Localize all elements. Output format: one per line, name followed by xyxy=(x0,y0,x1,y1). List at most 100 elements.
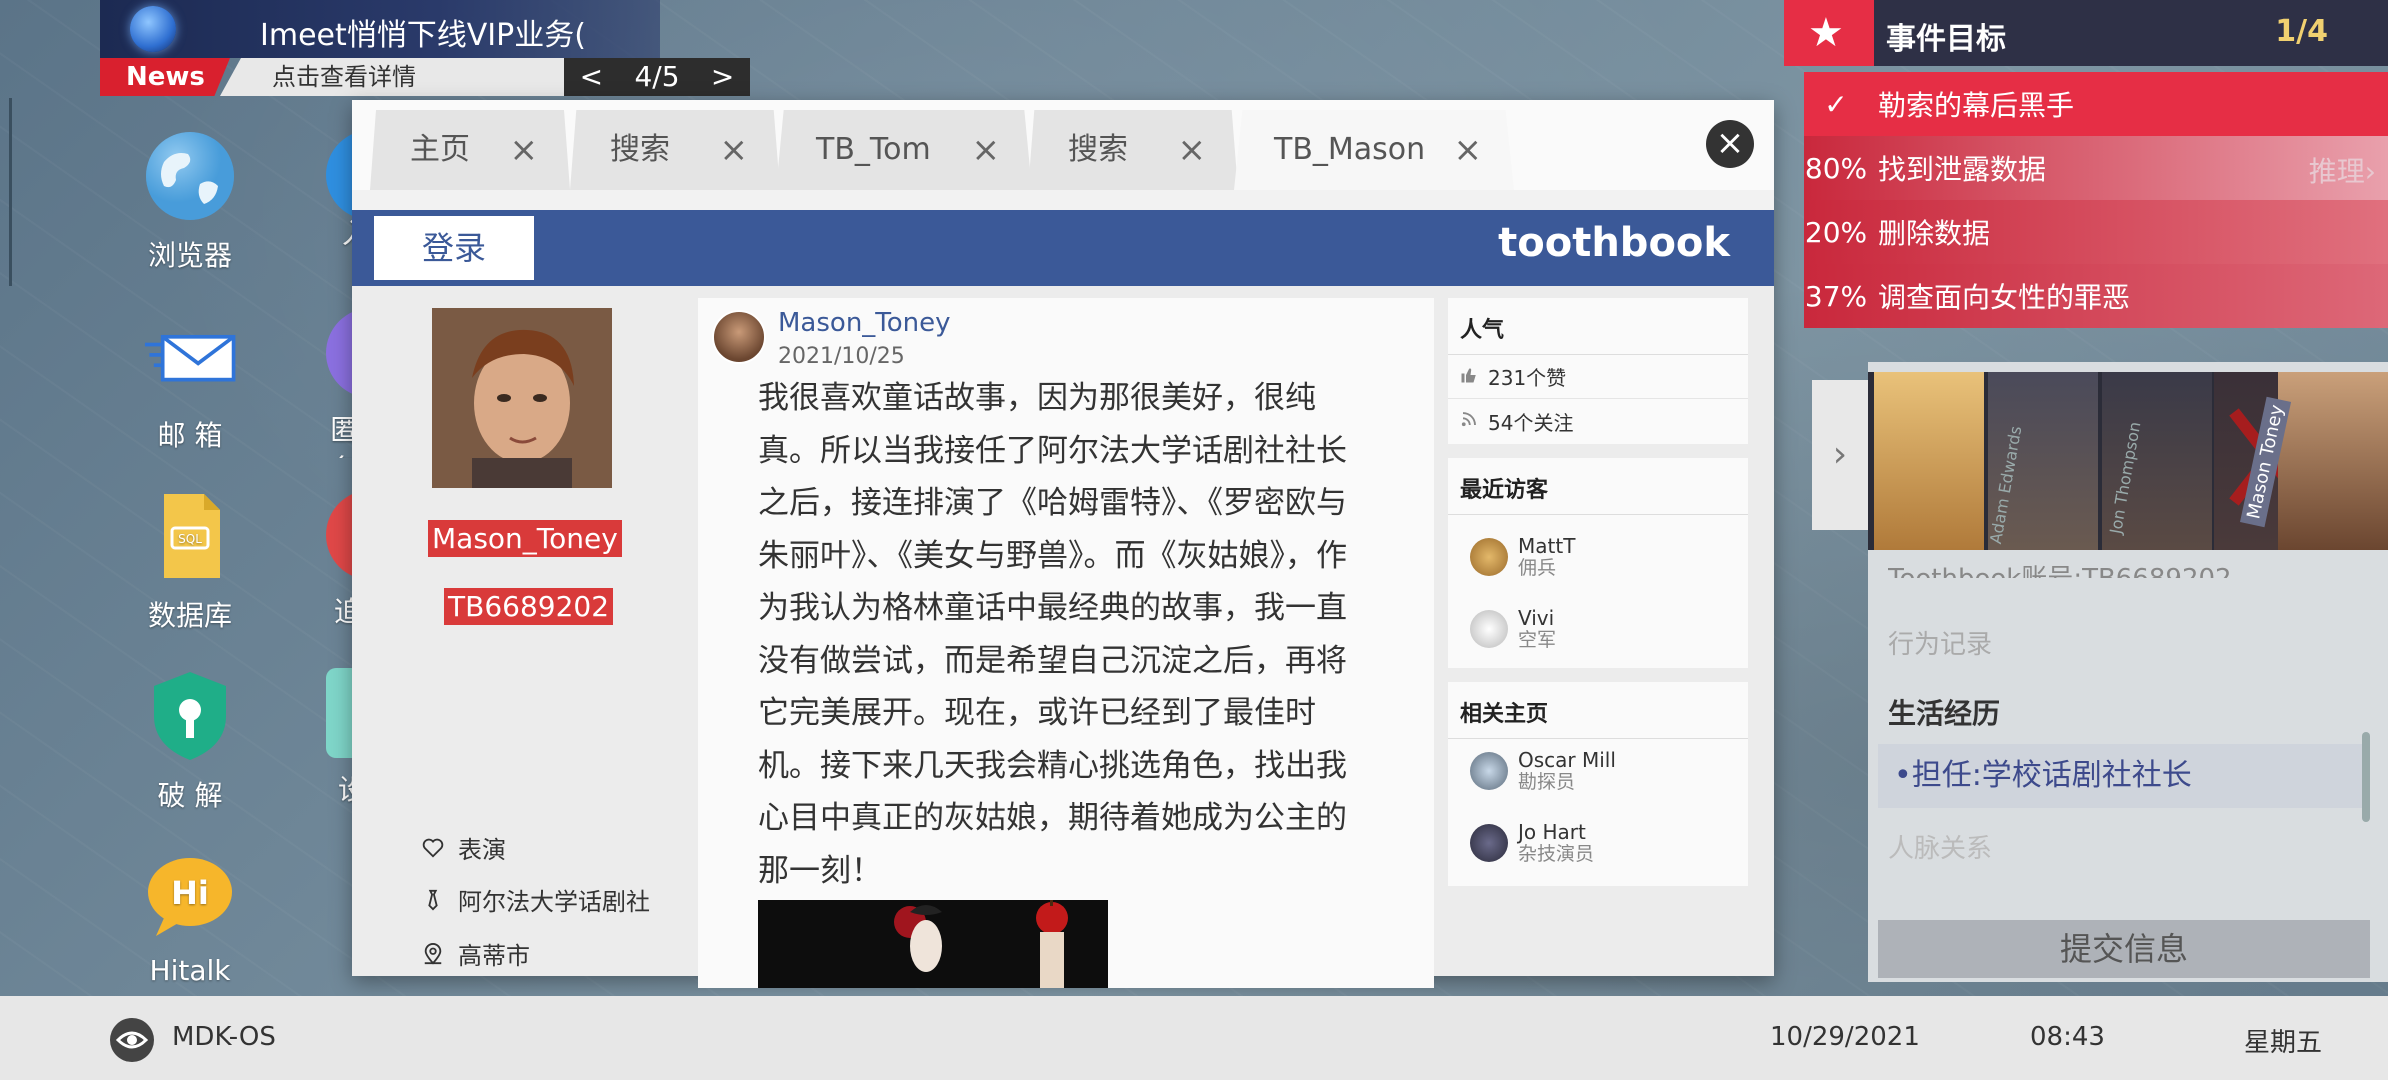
event-goals-panel: ★ 事件目标 1/4 ✓ 勒索的幕后黑手 80% 找到泄露数据 推理› 20% … xyxy=(1784,0,2388,330)
location-pin-icon xyxy=(422,942,444,965)
svg-text:Hi: Hi xyxy=(171,874,209,912)
collapse-panel-button[interactable]: › xyxy=(1812,380,1868,530)
visitors-card: 最近访客 MattT 佣兵 Vivi 空军 xyxy=(1448,458,1748,668)
profile-name[interactable]: Mason_Toney xyxy=(428,520,622,557)
related-avatar xyxy=(1470,752,1508,790)
desktop-icon-database[interactable]: SQL 数据库 xyxy=(110,488,270,634)
news-page-indicator: 4/5 xyxy=(634,60,680,93)
taskbar-weekday: 星期五 xyxy=(2244,1028,2323,1058)
goals-title: 事件目标 xyxy=(1886,22,2006,57)
news-prev-button[interactable]: < xyxy=(580,58,603,96)
site-header: 登录 toothbook xyxy=(352,210,1774,286)
news-title[interactable]: Imeet悄悄下线VIP业务( xyxy=(260,10,586,54)
thumbs-up-icon xyxy=(1460,365,1478,389)
post-card: Mason_Toney 2021/10/25 我很喜欢童话故事，因为那很美好，很… xyxy=(698,298,1434,988)
follows-row: 54个关注 xyxy=(1448,399,1748,443)
life-experience-item[interactable]: •担任:学校话剧社社长 xyxy=(1878,744,2368,808)
suspect-portrait[interactable] xyxy=(1874,372,1984,550)
related-avatar xyxy=(1470,824,1508,862)
shield-key-icon xyxy=(142,668,238,764)
dossier-panel: Adam Edwards Jon Thompson Mason Toney To… xyxy=(1868,362,2388,982)
desktop-icon-label: 数据库 xyxy=(147,599,232,632)
desktop-icon-hitalk[interactable]: Hi Hitalk xyxy=(110,848,270,987)
news-next-button[interactable]: > xyxy=(711,58,734,96)
visitor-item[interactable]: Vivi 空军 xyxy=(1448,593,1748,665)
visitor-avatar xyxy=(1470,610,1508,648)
taskbar-date: 10/29/2021 xyxy=(1770,1022,1920,1052)
visitor-item[interactable]: MattT 佣兵 xyxy=(1448,521,1748,593)
news-detail-link[interactable]: 点击查看详情 xyxy=(220,58,570,96)
profile-city: 高蒂市 xyxy=(422,936,530,971)
os-eye-icon[interactable] xyxy=(110,1018,154,1062)
site-logo: toothbook xyxy=(1498,220,1730,266)
tab-tb-mason[interactable]: TB_Mason × xyxy=(1234,110,1514,190)
post-author[interactable]: Mason_Toney xyxy=(778,308,951,338)
goal-item[interactable]: 80% 找到泄露数据 推理› xyxy=(1804,136,2388,200)
rss-icon xyxy=(1460,409,1478,433)
post-text: 我很喜欢童话故事，因为那很美好，很纯真。所以当我接任了阿尔法大学话剧社社长之后，… xyxy=(758,380,1347,889)
heart-icon xyxy=(422,837,444,859)
visitor-avatar xyxy=(1470,538,1508,576)
login-button[interactable]: 登录 xyxy=(374,216,534,280)
visitors-title: 最近访客 xyxy=(1448,458,1748,515)
news-globe-icon xyxy=(130,6,176,52)
desktop-icon-label: 邮 箱 xyxy=(157,419,223,452)
behavior-records[interactable]: 行为记录 xyxy=(1888,624,1992,661)
profile-avatar[interactable] xyxy=(432,308,612,488)
goal-item[interactable]: 37% 调查面向女性的罪恶 xyxy=(1804,264,2388,328)
post-date: 2021/10/25 xyxy=(778,344,905,369)
related-title: 相关主页 xyxy=(1448,682,1748,739)
profile-hobby: 表演 xyxy=(422,830,506,865)
post-image[interactable] xyxy=(758,900,1108,988)
network-section[interactable]: 人脉关系 xyxy=(1888,828,1992,865)
news-pager: < 4/5 > xyxy=(564,58,750,96)
goal-progress: 80% xyxy=(1804,151,1868,185)
post-author-avatar[interactable] xyxy=(712,310,766,364)
tab-tb-tom[interactable]: TB_Tom × xyxy=(776,110,1032,190)
goal-progress: 37% xyxy=(1804,279,1868,313)
tab-home[interactable]: 主页 × xyxy=(370,110,570,190)
news-banner[interactable]: Imeet悄悄下线VIP业务( News 点击查看详情 < 4/5 > xyxy=(100,0,750,96)
desktop-icon-label: 破 解 xyxy=(157,779,223,812)
desktop-icon-crack[interactable]: 破 解 xyxy=(110,668,270,814)
tab-search-2[interactable]: 搜索 × xyxy=(1028,110,1238,190)
star-icon: ★ xyxy=(1808,10,1844,56)
globe-icon xyxy=(142,128,238,224)
left-edge-handle[interactable] xyxy=(0,98,12,286)
taskbar-time: 08:43 xyxy=(2030,1022,2105,1052)
tab-close-icon[interactable]: × xyxy=(1178,110,1207,190)
tab-close-icon[interactable]: × xyxy=(1454,110,1483,190)
suspect-portrait-current[interactable] xyxy=(2278,372,2388,550)
dossier-scrollbar[interactable] xyxy=(2362,732,2370,822)
tie-icon xyxy=(422,889,444,911)
goals-header[interactable]: ★ 事件目标 1/4 xyxy=(1784,0,2388,66)
desktop-icon-browser[interactable]: 浏览器 xyxy=(110,128,270,274)
submit-info-button[interactable]: 提交信息 xyxy=(1878,920,2370,978)
news-label: News xyxy=(100,58,230,96)
profile-id[interactable]: TB6689202 xyxy=(444,588,614,625)
browser-window: 主页 × 搜索 × TB_Tom × 搜索 × TB_Mason × × 登录 … xyxy=(352,100,1774,988)
goal-item[interactable]: 20% 删除数据 xyxy=(1804,200,2388,264)
profile-organization: 阿尔法大学话剧社 xyxy=(422,882,650,917)
close-window-button[interactable]: × xyxy=(1706,120,1754,168)
related-item[interactable]: Oscar Mill 勘探员 xyxy=(1448,735,1748,807)
tab-close-icon[interactable]: × xyxy=(510,110,539,190)
sql-file-icon: SQL xyxy=(142,488,238,584)
hitalk-icon: Hi xyxy=(142,848,238,944)
tab-close-icon[interactable]: × xyxy=(720,110,749,190)
desktop-icon-label: 浏览器 xyxy=(147,239,232,272)
suspect-strip[interactable]: Adam Edwards Jon Thompson Mason Toney xyxy=(1868,372,2388,550)
tab-search[interactable]: 搜索 × xyxy=(570,110,780,190)
desktop-icon-label: Hitalk xyxy=(149,954,231,987)
goal-progress: 20% xyxy=(1804,215,1868,249)
life-experience-title: 生活经历 xyxy=(1888,697,2001,730)
popularity-card: 人气 231个赞 54个关注 xyxy=(1448,298,1748,444)
deduce-button[interactable]: 推理› xyxy=(2309,150,2376,190)
tab-close-icon[interactable]: × xyxy=(972,110,1001,190)
popularity-title: 人气 xyxy=(1448,298,1748,355)
likes-row: 231个赞 xyxy=(1448,355,1748,399)
desktop-icon-mail[interactable]: 邮 箱 xyxy=(110,308,270,454)
related-item[interactable]: Jo Hart 杂技演员 xyxy=(1448,807,1748,879)
goal-item-done[interactable]: ✓ 勒索的幕后黑手 xyxy=(1804,72,2388,136)
dossier-cut-line: Toothbook账号:TB6689202 xyxy=(1888,558,2232,578)
